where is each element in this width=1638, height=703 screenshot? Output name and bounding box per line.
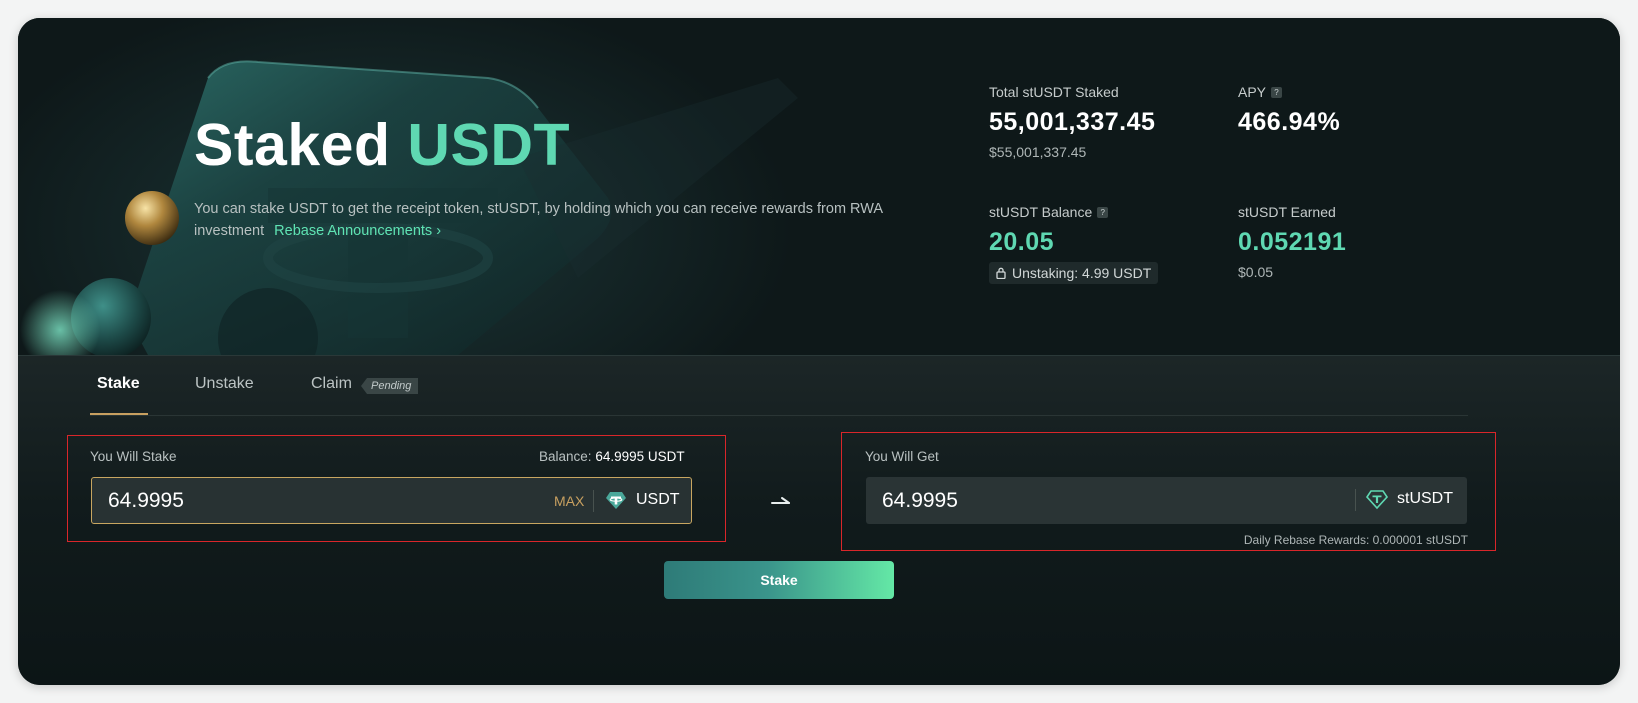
help-icon[interactable]: ? bbox=[1271, 87, 1283, 98]
staking-form: Stake Unstake Claim Pending You Will Sta… bbox=[18, 356, 1620, 685]
unstaking-text: Unstaking: 4.99 USDT bbox=[1012, 265, 1152, 281]
hero-illustration bbox=[20, 60, 798, 355]
separator bbox=[593, 490, 594, 512]
token-label: stUSDT bbox=[1397, 490, 1453, 507]
stusdt-token: stUSDT bbox=[1366, 488, 1453, 510]
tether-icon bbox=[606, 492, 626, 509]
active-tab-indicator bbox=[90, 413, 148, 415]
stusdt-earned-label: stUSDT Earned bbox=[1238, 204, 1336, 220]
hero-banner: Staked USDT You can stake USDT to get th… bbox=[18, 18, 1620, 355]
separator bbox=[1355, 489, 1356, 511]
stusdt-earned-usd: $0.05 bbox=[1238, 264, 1274, 280]
rebase-announcements-link[interactable]: Rebase Announcements › bbox=[274, 223, 441, 239]
tab-stake[interactable]: Stake bbox=[97, 375, 140, 393]
page-description: You can stake USDT to get the receipt to… bbox=[194, 201, 883, 239]
get-panel-label: You Will Get bbox=[865, 449, 939, 464]
get-amount-field: stUSDT bbox=[866, 477, 1467, 524]
tether-outline-icon bbox=[1366, 490, 1388, 510]
total-staked-value: 55,001,337.45 bbox=[989, 108, 1156, 136]
stake-button[interactable]: Stake bbox=[664, 561, 894, 599]
chevron-right-icon: › bbox=[436, 223, 442, 239]
apy-value: 466.94% bbox=[1238, 108, 1341, 136]
apy-label: APY? bbox=[1238, 84, 1283, 100]
total-staked-label: Total stUSDT Staked bbox=[989, 84, 1119, 100]
max-button[interactable]: MAX bbox=[554, 493, 584, 509]
stake-amount-field[interactable]: MAX USDT bbox=[91, 477, 692, 524]
daily-rebase-rewards: Daily Rebase Rewards: 0.000001 stUSDT bbox=[1243, 533, 1468, 547]
stake-panel-label: You Will Stake bbox=[90, 449, 177, 464]
help-icon[interactable]: ? bbox=[1097, 207, 1109, 218]
get-amount-output bbox=[882, 477, 1282, 524]
usdt-token: USDT bbox=[605, 489, 680, 511]
pending-badge: Pending bbox=[361, 378, 419, 394]
arrow-right-icon bbox=[771, 497, 790, 504]
stusdt-balance-label: stUSDT Balance? bbox=[989, 204, 1109, 220]
unstaking-badge: Unstaking: 4.99 USDT bbox=[989, 262, 1159, 284]
staking-card: Staked USDT You can stake USDT to get th… bbox=[18, 18, 1620, 685]
token-label: USDT bbox=[636, 491, 680, 508]
stusdt-balance-value: 20.05 bbox=[989, 228, 1055, 256]
page-title: Staked USDT bbox=[194, 112, 570, 178]
tab-unstake[interactable]: Unstake bbox=[195, 375, 254, 393]
stake-balance: Balance: 64.9995 USDT bbox=[539, 449, 685, 464]
tabs-divider bbox=[90, 415, 1468, 416]
stusdt-earned-value: 0.052191 bbox=[1238, 228, 1347, 256]
total-staked-usd: $55,001,337.45 bbox=[989, 144, 1087, 160]
tab-claim[interactable]: Claim bbox=[311, 375, 352, 393]
lock-icon bbox=[996, 267, 1006, 279]
stake-amount-input[interactable] bbox=[108, 478, 508, 523]
